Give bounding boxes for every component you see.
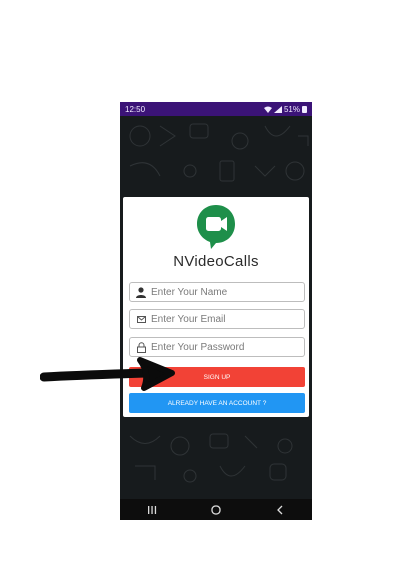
email-icon bbox=[133, 310, 149, 328]
password-field[interactable] bbox=[129, 337, 305, 357]
phone-screen: 12:50 51% NVideoCalls Enter Your Name En… bbox=[120, 102, 312, 520]
email-input[interactable] bbox=[149, 313, 304, 325]
battery-percent: 51% bbox=[283, 104, 300, 114]
app-logo bbox=[195, 203, 237, 249]
password-input[interactable] bbox=[149, 341, 304, 353]
battery-icon bbox=[302, 105, 307, 113]
signal-icon bbox=[273, 105, 282, 113]
already-have-account-button[interactable]: ALREADY HAVE AN ACCOUNT ? bbox=[129, 393, 305, 413]
status-time: 12:50 bbox=[125, 104, 146, 114]
name-field[interactable] bbox=[129, 282, 305, 302]
home-icon bbox=[211, 504, 221, 515]
lock-icon bbox=[133, 338, 149, 356]
recents-icon bbox=[148, 505, 157, 514]
recents-button[interactable] bbox=[137, 501, 167, 519]
email-field[interactable] bbox=[129, 309, 305, 329]
video-camera-icon bbox=[197, 205, 235, 249]
app-title: NVideoCalls bbox=[173, 253, 259, 270]
back-button[interactable] bbox=[265, 501, 295, 519]
person-icon bbox=[133, 283, 149, 301]
home-button[interactable] bbox=[201, 501, 231, 519]
name-input[interactable] bbox=[149, 286, 304, 298]
status-icons: 51% bbox=[263, 104, 307, 114]
back-icon bbox=[277, 505, 283, 514]
android-nav-bar bbox=[120, 499, 312, 520]
wifi-icon bbox=[263, 106, 272, 113]
annotation-arrow-icon bbox=[40, 357, 175, 391]
status-bar: 12:50 51% bbox=[120, 102, 312, 116]
